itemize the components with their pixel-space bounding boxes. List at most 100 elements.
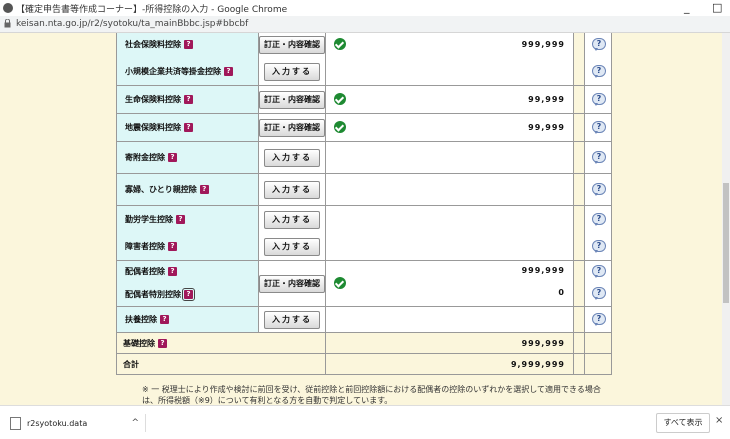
help-icon[interactable]: ? <box>591 264 606 279</box>
help-cell: ? ? <box>584 205 612 261</box>
value-line: 99,999 <box>326 114 573 141</box>
app-icon <box>3 3 13 13</box>
spacer <box>573 205 585 261</box>
url-text[interactable]: keisan.nta.go.jp/r2/syotoku/ta_mainBbbc.… <box>16 19 248 29</box>
help-tail <box>594 102 598 106</box>
title-bar: 【確定申告書等作成コーナー】-所得控除の入力 - Google Chrome _… <box>0 0 730 16</box>
label-text: 扶養控除 <box>125 315 157 324</box>
spacer <box>573 260 585 307</box>
deduction-label: 社会保険料控除? <box>117 33 258 58</box>
label-text: 寡婦、ひとり親控除 <box>125 185 197 194</box>
check-icon <box>334 38 346 50</box>
help-line: ? <box>585 58 611 85</box>
spacer <box>573 33 585 86</box>
edit-confirm-button[interactable]: 訂正・内容確認 <box>259 90 325 109</box>
table-row: 合計 9,999,999 <box>116 353 612 375</box>
amount: 999,999 <box>521 339 565 348</box>
download-filename[interactable]: r2syotoku.data <box>27 419 131 428</box>
window-title: 【確定申告書等作成コーナー】-所得控除の入力 - Google Chrome <box>16 5 288 15</box>
help-icon[interactable]: ? <box>591 37 606 52</box>
help-icon[interactable]: ? <box>591 64 606 79</box>
question-icon[interactable]: ? <box>184 123 193 132</box>
help-icon[interactable]: ? <box>591 150 606 165</box>
help-icon[interactable]: ? <box>591 239 606 254</box>
spacer <box>573 113 585 142</box>
button-cell: 訂正・内容確認 <box>258 260 326 307</box>
input-button[interactable]: 入力する <box>264 62 320 81</box>
button-cell: 訂正・内容確認 <box>258 113 326 142</box>
help-icon[interactable]: ? <box>591 287 606 301</box>
help-cell: ? <box>584 85 612 114</box>
help-line: ? <box>585 206 611 233</box>
help-icon[interactable]: ? <box>591 182 606 197</box>
question-icon[interactable]: ? <box>168 242 177 251</box>
help-icon[interactable]: ? <box>591 212 606 227</box>
help-tail <box>594 222 598 226</box>
help-icon[interactable]: ? <box>591 312 606 327</box>
help-cell: ? <box>584 141 612 174</box>
help-tail <box>594 274 598 278</box>
value-line <box>326 307 573 332</box>
question-icon[interactable]: ? <box>184 95 193 104</box>
kiso-label: 基礎控除? <box>117 333 325 353</box>
value-line <box>326 174 573 205</box>
label-text: 配偶者控除 <box>125 267 165 276</box>
show-all-button[interactable]: すべて表示 <box>656 413 710 433</box>
help-tail <box>594 192 598 196</box>
label-text: 基礎控除 <box>123 338 155 348</box>
value-cell <box>325 205 574 261</box>
question-icon[interactable]: ? <box>160 315 169 324</box>
help-cell: ? ? <box>584 260 612 307</box>
question-icon[interactable]: ? <box>224 67 233 76</box>
input-button[interactable]: 入力する <box>264 148 320 167</box>
help-icon[interactable]: ? <box>591 120 606 135</box>
help-cell: ? ? <box>584 33 612 86</box>
minimize-button[interactable]: _ <box>684 1 690 14</box>
question-icon[interactable]: ? <box>184 40 193 49</box>
deduction-label: 寡婦、ひとり親控除? <box>117 174 258 205</box>
input-button[interactable]: 入力する <box>264 310 320 329</box>
button-line: 訂正・内容確認 <box>259 86 325 113</box>
edit-confirm-button[interactable]: 訂正・内容確認 <box>259 35 325 54</box>
edit-confirm-button[interactable]: 訂正・内容確認 <box>259 118 325 137</box>
button-line: 入力する <box>259 58 325 85</box>
help-tail <box>594 160 598 164</box>
table-row: 寄附金控除? 入力する ? <box>116 141 612 174</box>
button-line: 入力する <box>259 206 325 233</box>
address-bar[interactable]: keisan.nta.go.jp/r2/syotoku/ta_mainBbbc.… <box>0 16 730 33</box>
scrollbar[interactable] <box>722 33 730 405</box>
help-tail <box>594 130 598 134</box>
download-item[interactable]: r2syotoku.data ^ <box>10 414 146 432</box>
help-icon[interactable]: ? <box>591 92 606 107</box>
help-line: ? <box>585 174 611 205</box>
input-button[interactable]: 入力する <box>264 180 320 199</box>
table-row: 寡婦、ひとり親控除? 入力する ? <box>116 173 612 206</box>
help-tail <box>594 74 598 78</box>
question-icon[interactable]: ? <box>182 287 195 301</box>
spacer <box>573 332 585 354</box>
button-line: 入力する <box>259 233 325 260</box>
close-icon[interactable]: × <box>715 415 723 426</box>
scrollbar-thumb[interactable] <box>723 183 729 303</box>
chevron-up-icon[interactable]: ^ <box>131 418 139 428</box>
question-icon[interactable]: ? <box>168 153 177 162</box>
value-line <box>326 58 573 85</box>
edit-confirm-button[interactable]: 訂正・内容確認 <box>259 274 325 293</box>
value-cell: 99,999 <box>325 85 574 114</box>
amount: 99,999 <box>528 123 565 132</box>
question-icon[interactable]: ? <box>168 267 177 276</box>
restore-button[interactable]: □ <box>712 1 722 14</box>
amount: 0 <box>558 288 565 297</box>
spacer <box>573 141 585 174</box>
deduction-label: 配偶者控除? <box>117 261 258 282</box>
button-cell: 入力する <box>258 306 326 333</box>
total-value-cell: 999,999 <box>325 332 574 354</box>
question-icon[interactable]: ? <box>176 215 185 224</box>
kiso-value-line: 999,999 <box>326 333 573 353</box>
input-button[interactable]: 入力する <box>264 237 320 256</box>
deduction-label: 勤労学生控除? <box>117 206 258 233</box>
question-icon[interactable]: ? <box>199 185 209 194</box>
input-button[interactable]: 入力する <box>264 210 320 229</box>
question-icon[interactable]: ? <box>158 338 167 348</box>
total-value-cell: 9,999,999 <box>325 353 574 375</box>
